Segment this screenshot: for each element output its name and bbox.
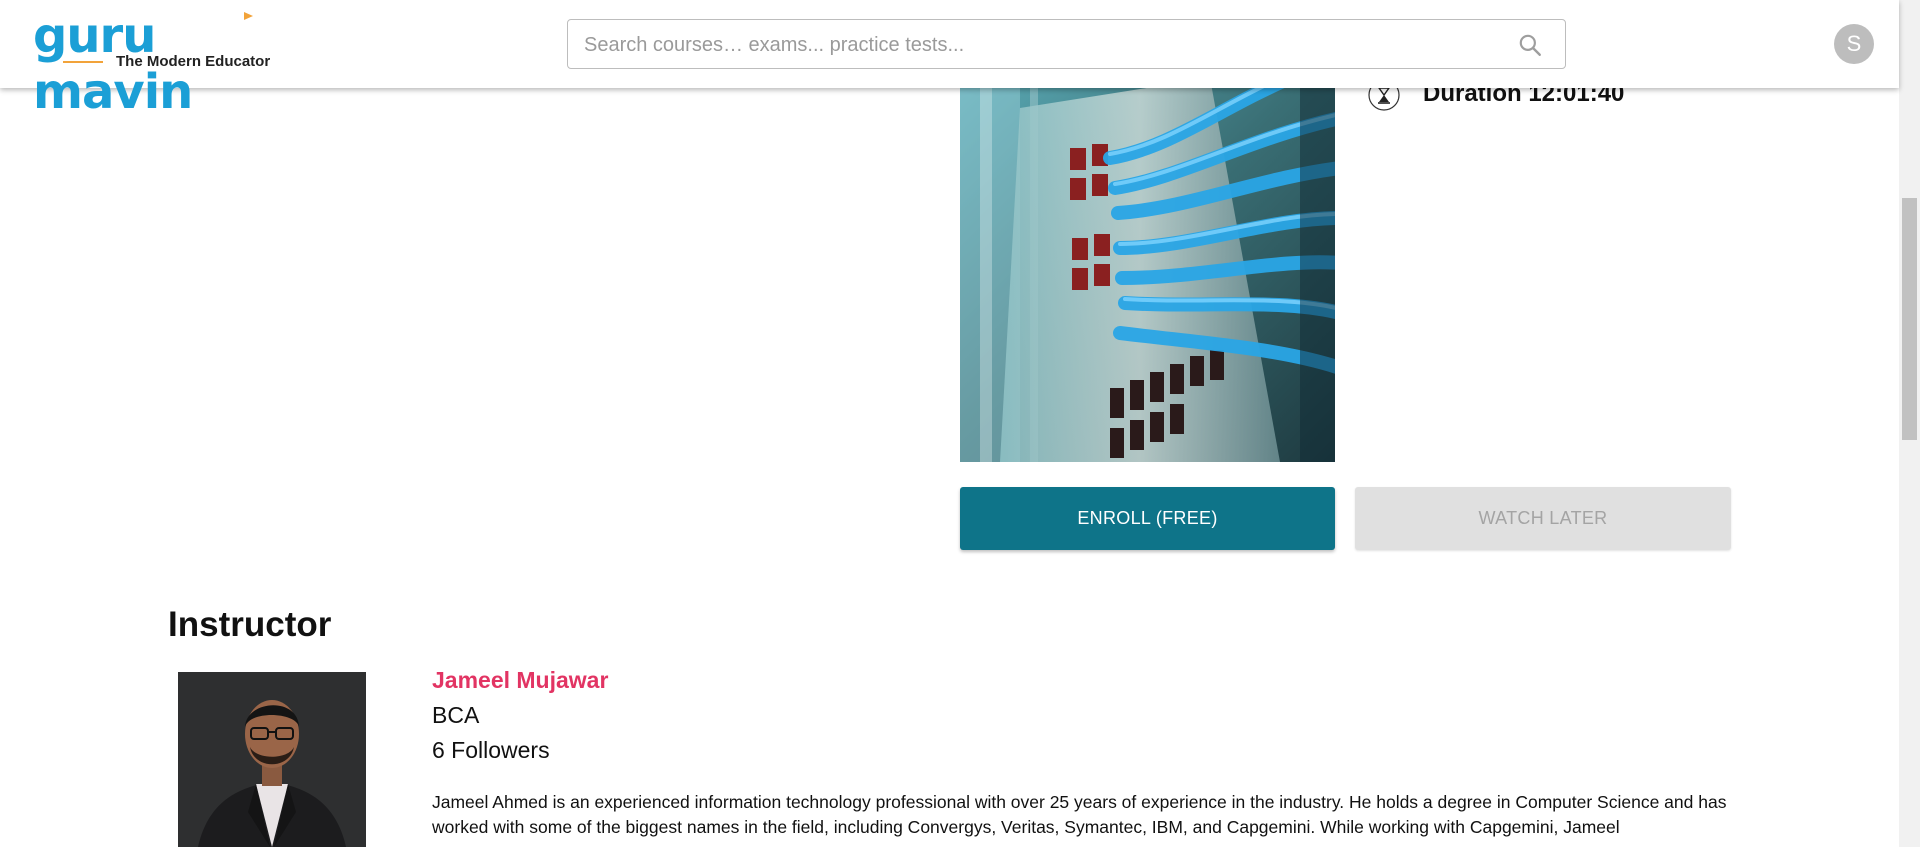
user-avatar[interactable]: S <box>1834 24 1874 64</box>
search-bar <box>567 19 1566 69</box>
page-scrollbar[interactable] <box>1899 0 1920 847</box>
top-header: guru mavin The Modern Educator S <box>0 0 1899 120</box>
guru-mavin-logo[interactable]: guru mavin The Modern Educator <box>33 8 283 120</box>
scrollbar-thumb[interactable] <box>1902 198 1917 440</box>
instructor-bio: Jameel Ahmed is an experienced informati… <box>432 792 1727 837</box>
instructor-followers-count: 6 Followers <box>432 737 550 763</box>
search-icon[interactable] <box>1517 32 1543 58</box>
course-thumbnail-image <box>960 88 1335 462</box>
watch-later-button[interactable]: WATCH LATER <box>1355 487 1731 550</box>
enroll-free-button[interactable]: ENROLL (FREE) <box>960 487 1335 550</box>
instructor-name-link[interactable]: Jameel Mujawar <box>432 667 608 694</box>
logo-tagline: The Modern Educator <box>116 53 271 70</box>
instructor-degree: BCA <box>432 702 480 728</box>
logo-flag-accent <box>244 12 253 20</box>
instructor-photo <box>178 672 366 847</box>
logo-underline-accent <box>63 61 103 63</box>
search-input[interactable] <box>584 32 1484 58</box>
instructor-heading: Instructor <box>168 605 332 644</box>
